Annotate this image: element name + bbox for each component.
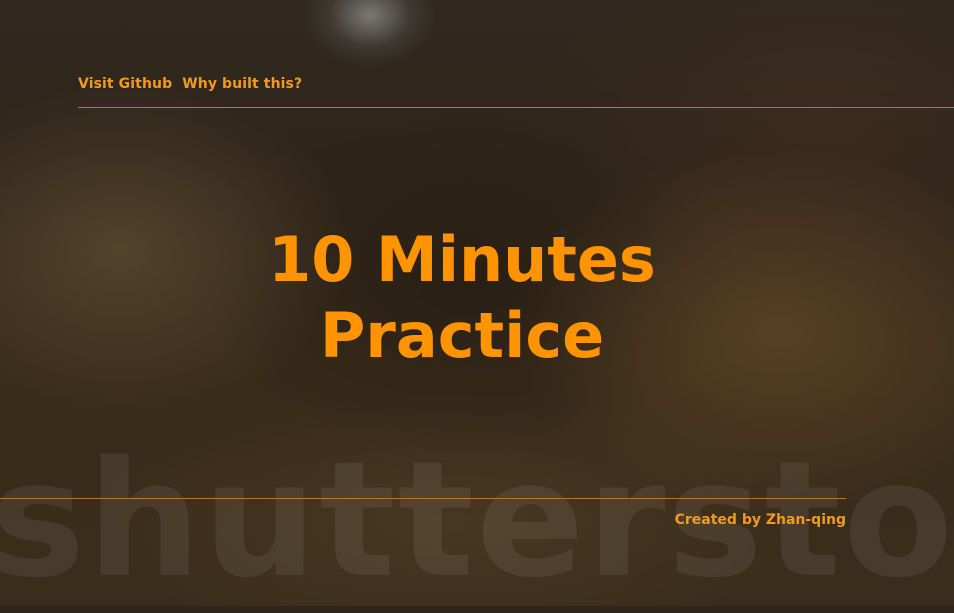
visit-github-link[interactable]: Visit Github — [78, 76, 172, 92]
top-divider — [78, 107, 954, 108]
footer-credit: Created by Zhan-qing — [674, 512, 846, 528]
top-nav: Visit Github Why built this? — [78, 76, 302, 92]
bottom-divider — [0, 498, 846, 499]
page-title-line-1: 10 Minutes — [268, 223, 656, 296]
why-built-this-link[interactable]: Why built this? — [182, 76, 302, 92]
page-title: 10 Minutes Practice — [0, 222, 924, 374]
page-title-line-2: Practice — [319, 299, 605, 372]
